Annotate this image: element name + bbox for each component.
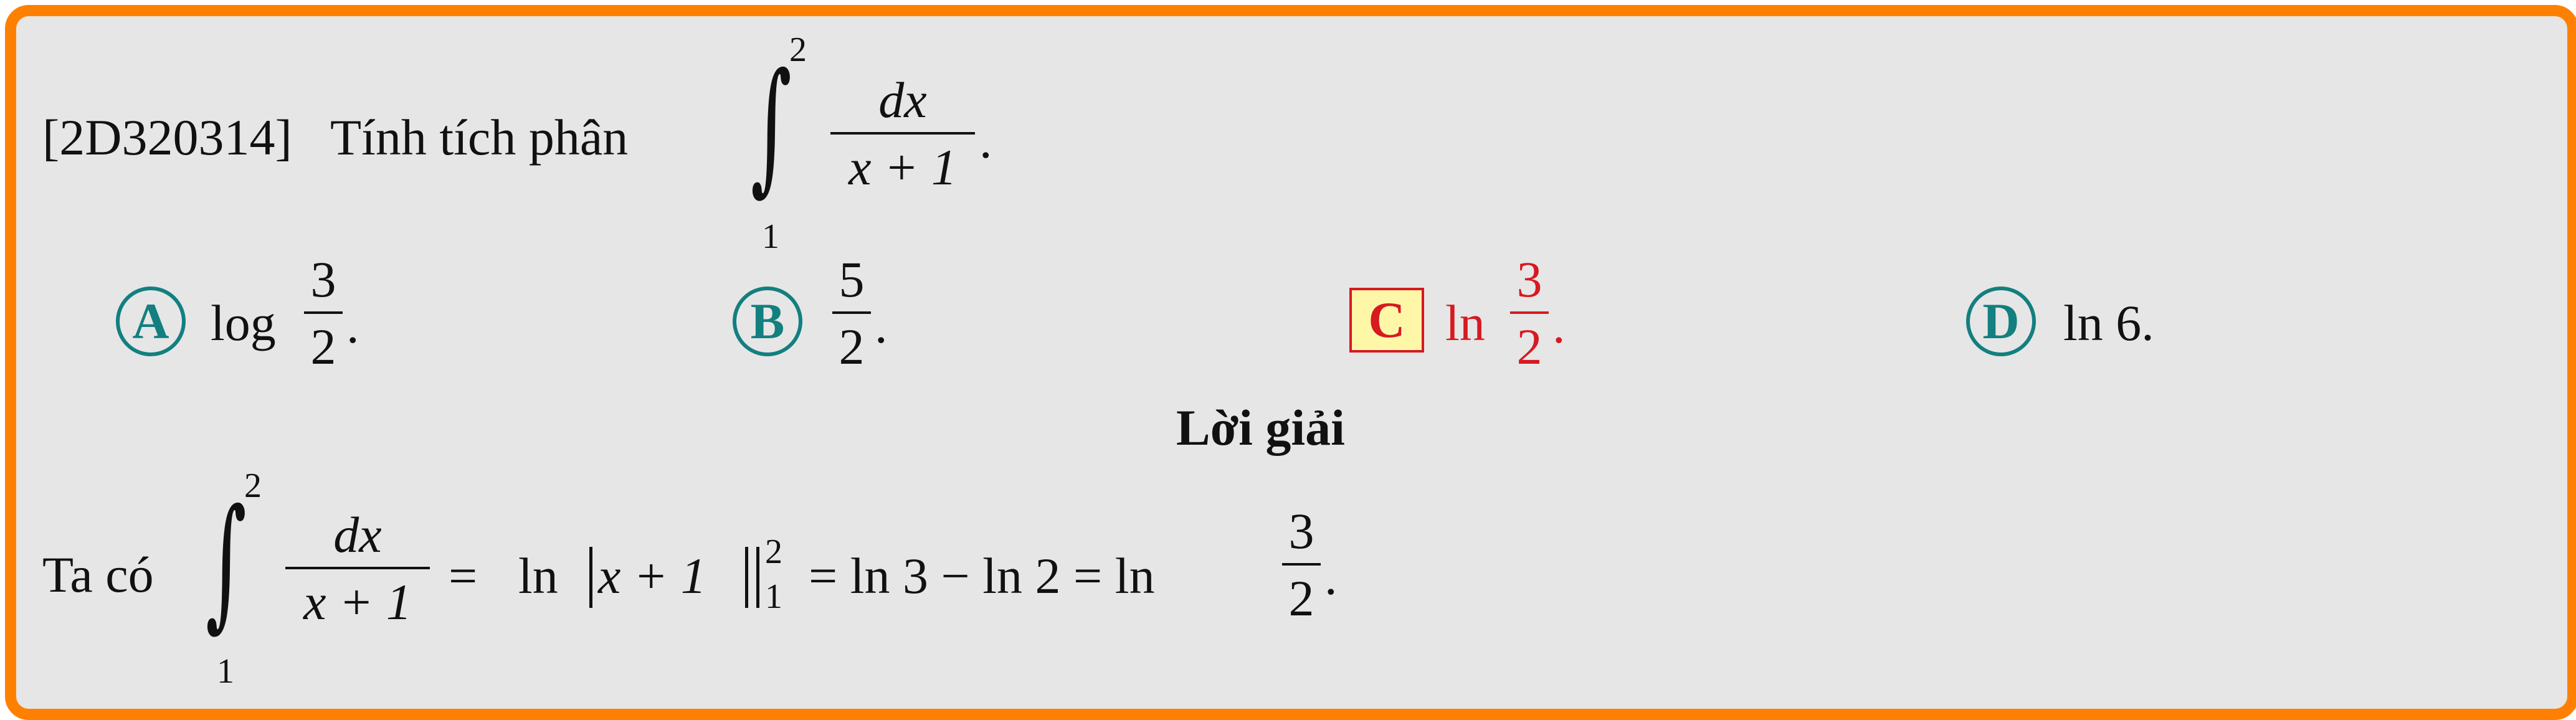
- solution-end: .: [1324, 549, 1338, 605]
- fraction-bar: [832, 311, 871, 314]
- integral-sign: ∫: [751, 43, 792, 209]
- option-d-marker[interactable]: D: [1966, 287, 2036, 356]
- option-b-end: .: [875, 297, 888, 354]
- option-c-numerator: 3: [1516, 251, 1542, 308]
- option-a-end: .: [346, 297, 359, 354]
- option-c-denominator: 2: [1516, 318, 1542, 375]
- solution-integrand-denominator: x + 1: [303, 574, 412, 630]
- option-a-fraction: 3 2: [304, 254, 343, 372]
- solution-lead: Ta có: [42, 546, 154, 603]
- solution-abs-inner: x + 1: [598, 547, 706, 604]
- solution-integral-upper: 2: [244, 467, 262, 505]
- question-end-period: .: [979, 112, 992, 169]
- abs-bar-right: [745, 547, 748, 608]
- solution-equals-1: =: [449, 547, 478, 604]
- fraction-bar: [304, 311, 343, 314]
- option-b-marker[interactable]: B: [733, 287, 802, 356]
- question-prompt: Tính tích phân: [330, 109, 629, 166]
- solution-eval-lower: 1: [765, 577, 782, 616]
- integral-lower-limit: 1: [762, 217, 779, 256]
- option-c-func: ln: [1445, 295, 1485, 351]
- solution-ln: ln: [518, 547, 558, 604]
- solution-result-numerator: 3: [1288, 503, 1314, 559]
- fraction-bar: [1282, 563, 1321, 566]
- solution-result-denominator: 2: [1288, 570, 1314, 627]
- solution-heading: Lời giải: [1176, 399, 1345, 456]
- option-b-numerator: 5: [839, 251, 865, 308]
- fraction-bar: [830, 132, 975, 135]
- solution-integral-lower: 1: [217, 652, 234, 691]
- abs-bar-left: [589, 547, 592, 608]
- integrand-fraction: dx x + 1: [830, 75, 975, 193]
- solution-result-fraction: 3 2: [1282, 506, 1321, 624]
- eval-bar: [756, 547, 759, 608]
- solution-eval-upper: 2: [765, 533, 782, 571]
- option-c-end: .: [1552, 297, 1566, 354]
- option-c-fraction: 3 2: [1510, 254, 1549, 372]
- option-a-numerator: 3: [310, 251, 336, 308]
- option-a-marker[interactable]: A: [116, 287, 186, 356]
- integrand-denominator: x + 1: [848, 139, 957, 196]
- option-b-denominator: 2: [839, 318, 865, 375]
- solution-integrand-fraction: dx x + 1: [285, 509, 430, 628]
- option-a-denominator: 2: [310, 318, 336, 375]
- option-a-func: log: [211, 295, 276, 351]
- solution-integral-sign: ∫: [206, 479, 247, 645]
- fraction-bar: [1510, 311, 1549, 314]
- option-c-marker-correct[interactable]: C: [1349, 288, 1424, 353]
- fraction-bar: [285, 567, 430, 569]
- option-b-fraction: 5 2: [832, 254, 871, 372]
- option-d-text: ln 6.: [2063, 295, 2154, 351]
- integrand-numerator: dx: [878, 72, 927, 128]
- solution-middle: = ln 3 − ln 2 = ln: [809, 547, 1155, 604]
- solution-integrand-numerator: dx: [333, 506, 382, 563]
- integral-upper-limit: 2: [789, 31, 807, 69]
- question-code: [2D320314]: [42, 109, 292, 166]
